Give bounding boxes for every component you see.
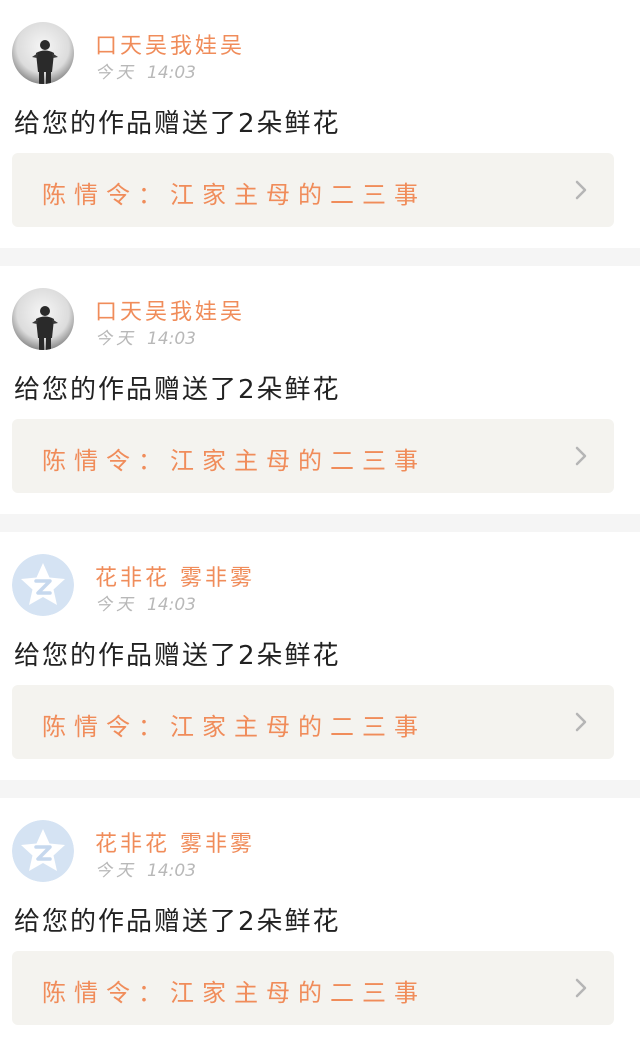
work-title: 陈情令：江家主母的二三事	[42, 447, 426, 475]
card-divider	[0, 248, 640, 266]
user-photo-icon	[12, 22, 74, 84]
notification-card: 口天吴我娃吴 今天 14:03 给您的作品赠送了2朵鲜花 陈情令：江家主母的二三事	[0, 266, 640, 514]
gift-message: 给您的作品赠送了2朵鲜花	[14, 907, 341, 937]
notification-card: 花非花 雾非雾 今天 14:03 给您的作品赠送了2朵鲜花 陈情令：江家主母的二三…	[0, 798, 640, 1046]
timestamp-clock: 14:03	[147, 595, 196, 615]
avatar[interactable]	[12, 820, 74, 882]
card-divider	[0, 514, 640, 532]
work-link[interactable]: 陈情令：江家主母的二三事	[12, 685, 614, 759]
avatar[interactable]	[12, 554, 74, 616]
timestamp-clock: 14:03	[147, 861, 196, 881]
gift-message: 给您的作品赠送了2朵鲜花	[14, 375, 341, 405]
timestamp-clock: 14:03	[147, 329, 196, 349]
work-link[interactable]: 陈情令：江家主母的二三事	[12, 153, 614, 227]
notification-feed: 口天吴我娃吴 今天 14:03 给您的作品赠送了2朵鲜花 陈情令：江家主母的二三事	[0, 0, 640, 1046]
chevron-right-icon	[575, 446, 587, 466]
timestamp: 今天 14:03	[95, 58, 196, 83]
timestamp: 今天 14:03	[95, 856, 196, 881]
notification-card: 口天吴我娃吴 今天 14:03 给您的作品赠送了2朵鲜花 陈情令：江家主母的二三事	[0, 0, 640, 248]
timestamp: 今天 14:03	[95, 324, 196, 349]
work-link[interactable]: 陈情令：江家主母的二三事	[12, 419, 614, 493]
username[interactable]: 口天吴我娃吴	[95, 294, 245, 326]
timestamp-day: 今天	[95, 63, 137, 83]
username[interactable]: 口天吴我娃吴	[95, 28, 245, 60]
username[interactable]: 花非花 雾非雾	[95, 826, 255, 858]
chevron-right-icon	[575, 712, 587, 732]
card-divider	[0, 780, 640, 798]
timestamp-day: 今天	[95, 861, 137, 881]
work-title: 陈情令：江家主母的二三事	[42, 979, 426, 1007]
work-title: 陈情令：江家主母的二三事	[42, 181, 426, 209]
chevron-right-icon	[575, 978, 587, 998]
gift-message: 给您的作品赠送了2朵鲜花	[14, 109, 341, 139]
timestamp-clock: 14:03	[147, 63, 196, 83]
timestamp-day: 今天	[95, 595, 137, 615]
work-link[interactable]: 陈情令：江家主母的二三事	[12, 951, 614, 1025]
avatar[interactable]	[12, 288, 74, 350]
default-star-avatar-icon	[12, 820, 74, 882]
timestamp: 今天 14:03	[95, 590, 196, 615]
notification-card: 花非花 雾非雾 今天 14:03 给您的作品赠送了2朵鲜花 陈情令：江家主母的二三…	[0, 532, 640, 780]
username[interactable]: 花非花 雾非雾	[95, 560, 255, 592]
avatar[interactable]	[12, 22, 74, 84]
work-title: 陈情令：江家主母的二三事	[42, 713, 426, 741]
timestamp-day: 今天	[95, 329, 137, 349]
chevron-right-icon	[575, 180, 587, 200]
default-star-avatar-icon	[12, 554, 74, 616]
gift-message: 给您的作品赠送了2朵鲜花	[14, 641, 341, 671]
user-photo-icon	[12, 288, 74, 350]
